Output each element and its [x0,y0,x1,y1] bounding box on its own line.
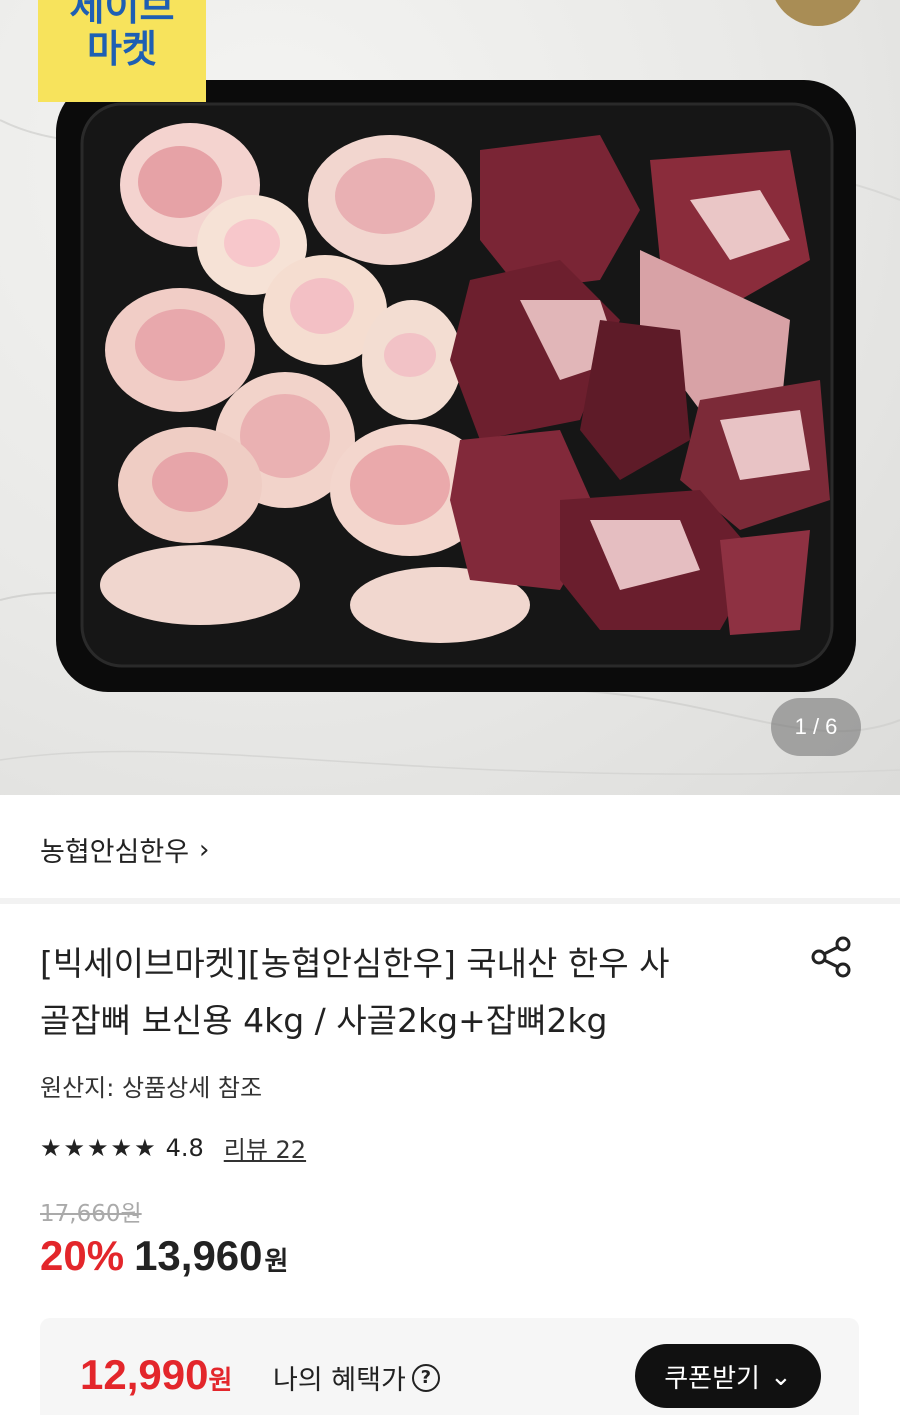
origin-info: 원산지: 상품상세 참조 [40,1074,263,1102]
benefit-label: 나의 혜택가 [273,1365,406,1396]
share-icon[interactable] [808,934,854,980]
meat-tray-illustration [56,80,856,692]
badge-line2: 마켓 [87,27,157,71]
rating-row: ★ ★ ★ ★ ★ 4.8 리뷰 22 [40,1130,306,1165]
chevron-right-icon: › [199,834,210,865]
rating-score: 4.8 [165,1133,204,1162]
discount-rate: 20% [40,1232,125,1279]
product-title: [빅세이브마켓][농협안심한우] 국내산 한우 사 골잡뼈 보신용 4kg / … [40,935,780,1049]
benefit-price-unit: 원 [208,1365,233,1395]
price-row: 20% 13,960 원 [40,1232,288,1280]
image-counter: 1 / 6 [771,698,861,756]
benefit-label-row: 나의 혜택가 ? [273,1358,440,1397]
star-icon: ★ [110,1133,133,1162]
chevron-down-icon: ⌄ [769,1360,792,1391]
section-divider [0,898,900,904]
star-icon: ★ [87,1133,109,1162]
product-image-carousel[interactable]: 세이브 마켓 1 / 6 [0,0,900,795]
product-title-line1: [빅세이브마켓][농협안심한우] 국내산 한우 사 [40,944,670,983]
benefit-price: 12,990원 [80,1351,232,1399]
star-icon: ★ [134,1133,156,1162]
badge-line1: 세이브 [69,0,175,29]
coupon-button-label: 쿠폰받기 [664,1362,760,1393]
star-icon: ★ [63,1133,86,1162]
help-icon[interactable]: ? [411,1363,440,1392]
product-title-line2: 골잡뼈 보신용 4kg / 사골2kg+잡뼈2kg [40,1001,608,1040]
sale-price-unit: 원 [264,1247,289,1277]
get-coupon-button[interactable]: 쿠폰받기 ⌄ [635,1344,821,1408]
sale-price: 13,960 [134,1232,263,1279]
original-price: 17,660원 [40,1201,142,1227]
benefit-price-box: 12,990원 나의 혜택가 ? 쿠폰받기 ⌄ [40,1318,859,1415]
review-link[interactable]: 리뷰 22 [224,1130,306,1165]
star-rating: ★ ★ ★ ★ ★ [40,1136,156,1160]
store-link[interactable]: 농협안심한우 › [40,830,209,869]
star-icon: ★ [40,1133,62,1162]
store-name: 농협안심한우 [40,837,190,868]
benefit-price-value: 12,990 [80,1351,209,1398]
save-market-badge: 세이브 마켓 [38,0,206,102]
